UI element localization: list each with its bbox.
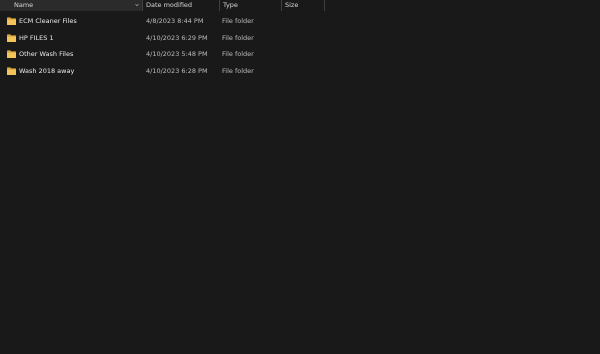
column-header-name[interactable]: ⌃ Name (0, 0, 142, 11)
column-header-type[interactable]: Type (219, 0, 281, 11)
folder-icon (7, 34, 16, 42)
file-date-modified: 4/10/2023 5:48 PM (146, 50, 208, 59)
file-row[interactable]: Wash 2018 away 4/10/2023 6:28 PM File fo… (0, 63, 325, 80)
file-date-modified: 4/8/2023 8:44 PM (146, 17, 204, 25)
file-name: ECM Cleaner Files (19, 17, 77, 25)
column-header-name-label: Name (14, 1, 34, 9)
file-type: File folder (222, 33, 254, 42)
folder-icon (7, 17, 16, 25)
column-header-bar: ⌃ Name Date modified Type Size (0, 0, 600, 11)
file-row[interactable]: Other Wash Files 4/10/2023 5:48 PM File … (0, 46, 325, 63)
file-list: ECM Cleaner Files 4/8/2023 8:44 PM File … (0, 13, 600, 80)
file-row[interactable]: ECM Cleaner Files 4/8/2023 8:44 PM File … (0, 13, 325, 30)
column-divider[interactable] (324, 0, 325, 11)
column-header-size-label: Size (285, 1, 299, 9)
file-date-modified: 4/10/2023 6:28 PM (146, 67, 208, 76)
chevron-down-icon[interactable] (135, 3, 139, 7)
file-type: File folder (222, 17, 254, 25)
column-header-date-label: Date modified (146, 1, 193, 9)
folder-icon (7, 67, 16, 76)
sort-up-icon: ⌃ (74, 0, 79, 3)
column-header-date-modified[interactable]: Date modified (142, 0, 219, 11)
file-name: Other Wash Files (19, 50, 74, 59)
file-row[interactable]: HP FILES 1 4/10/2023 6:29 PM File folder (0, 30, 325, 47)
file-name: HP FILES 1 (19, 33, 54, 42)
file-name: Wash 2018 away (19, 67, 75, 76)
folder-icon (7, 50, 16, 59)
file-explorer-view: ⌃ Name Date modified Type Size ECM Clean… (0, 0, 600, 354)
column-header-type-label: Type (223, 1, 238, 9)
column-header-size[interactable]: Size (281, 0, 325, 11)
file-type: File folder (222, 67, 254, 76)
file-date-modified: 4/10/2023 6:29 PM (146, 33, 208, 42)
file-type: File folder (222, 50, 254, 59)
